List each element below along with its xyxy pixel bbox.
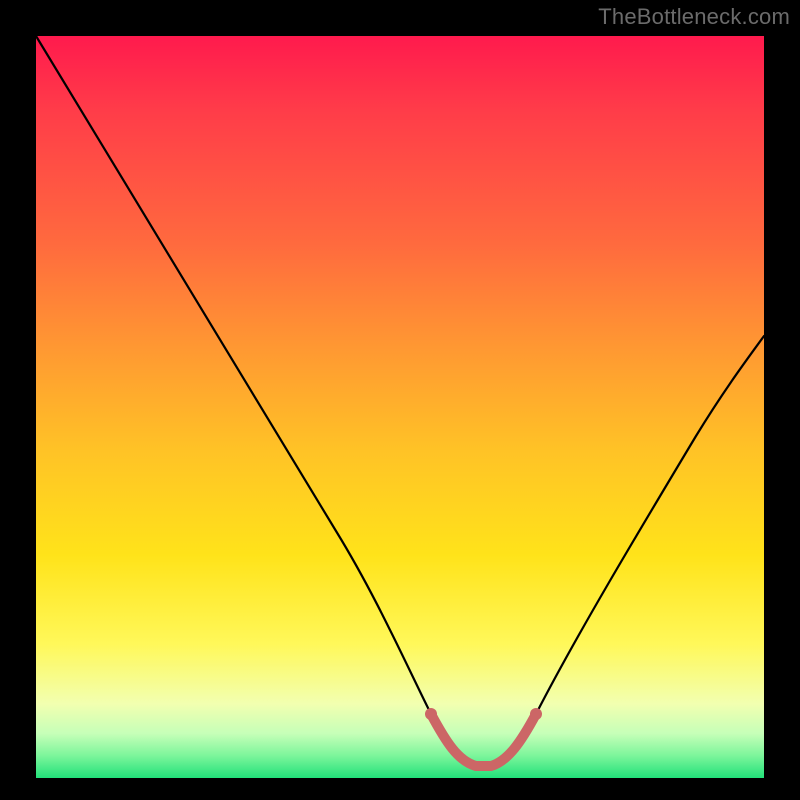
chart-frame: TheBottleneck.com (0, 0, 800, 800)
highlight-end-dot (530, 708, 542, 720)
watermark-text: TheBottleneck.com (598, 4, 790, 30)
plot-area (36, 36, 764, 778)
curve-path (36, 36, 764, 766)
highlight-segment (431, 714, 536, 766)
curve-svg (36, 36, 764, 778)
highlight-start-dot (425, 708, 437, 720)
